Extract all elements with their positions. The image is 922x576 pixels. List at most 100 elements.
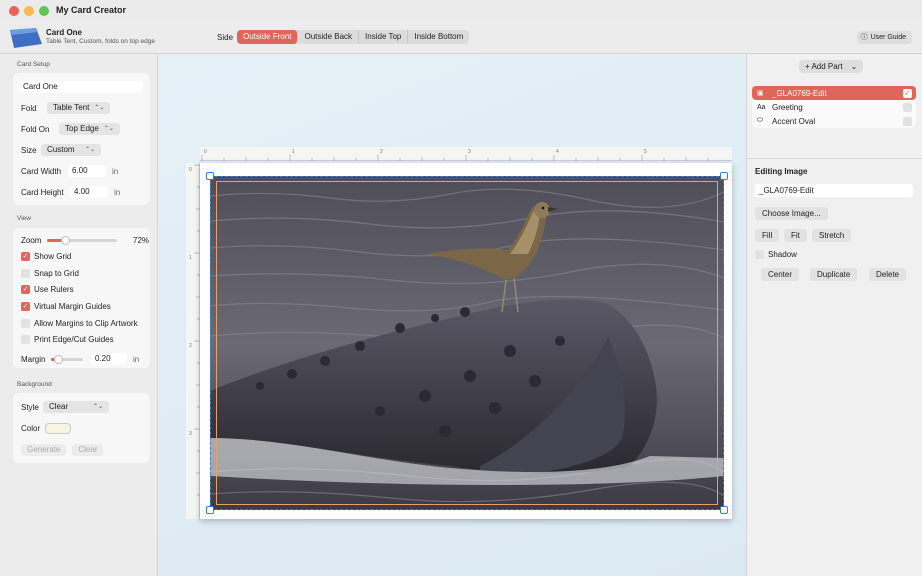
checkmark-icon: ✓	[21, 302, 30, 311]
part-item-accent-oval[interactable]: ⬭ Accent Oval	[752, 114, 916, 128]
card-height-field[interactable]: 4.00	[70, 186, 108, 198]
fold-on-popup[interactable]: Top Edge ⌃⌄	[59, 123, 120, 135]
duplicate-button[interactable]: Duplicate	[810, 268, 858, 281]
part-name: _GLA0769-Edit	[772, 88, 827, 98]
stretch-button[interactable]: Stretch	[812, 229, 852, 242]
zoom-slider[interactable]	[47, 236, 117, 245]
fill-button[interactable]: Fill	[755, 229, 780, 242]
visibility-checkbox[interactable]	[903, 117, 912, 126]
ruler-label: 5	[644, 149, 647, 155]
background-panel: Style Clear ⌃⌄ Color Generate Clear	[13, 393, 150, 463]
resize-handle-bottom-right[interactable]	[720, 506, 728, 514]
delete-button[interactable]: Delete	[869, 268, 907, 281]
ruler-label: 1	[292, 149, 295, 155]
show-grid-checkbox[interactable]: ✓ Show Grid	[21, 252, 71, 261]
ruler-label: 4	[556, 149, 559, 155]
size-value: Custom	[47, 145, 75, 154]
vertical-ruler-ticks	[194, 164, 200, 496]
use-rulers-checkbox[interactable]: ✓ Use Rulers	[21, 285, 74, 294]
background-title: Background	[17, 381, 52, 388]
card-setup-title: Card Setup	[17, 61, 50, 68]
add-part-button[interactable]: + Add Part ⌄	[799, 60, 864, 73]
image-name-field[interactable]: _GLA0769-Edit	[755, 184, 913, 197]
window-title: My Card Creator	[56, 5, 127, 15]
chevron-updown-icon: ⌃⌄	[103, 126, 114, 132]
close-window-button[interactable]	[9, 6, 19, 16]
resize-handle-top-right[interactable]	[720, 172, 728, 180]
view-panel: Zoom 72% ✓ Show Grid Snap to Grid ✓ Use …	[13, 228, 150, 368]
part-item-greeting[interactable]: Aa Greeting	[752, 100, 916, 114]
fold-label: Fold	[21, 103, 37, 113]
margin-field[interactable]: 0.20	[91, 353, 127, 365]
allow-margins-clip-label: Allow Margins to Clip Artwork	[34, 319, 138, 328]
size-popup[interactable]: Custom ⌃⌄	[41, 144, 101, 156]
help-icon: ⓘ	[860, 34, 868, 41]
editing-image-title: Editing Image	[755, 167, 808, 176]
zoom-window-button[interactable]	[39, 6, 49, 16]
user-guide-label: User Guide	[870, 34, 906, 41]
clear-button[interactable]: Clear	[72, 444, 104, 456]
tab-inside-top[interactable]: Inside Top	[359, 30, 409, 44]
tab-outside-front[interactable]: Outside Front	[237, 30, 299, 44]
parts-list: ▣ _GLA0769-Edit ✓ Aa Greeting ⬭ Accent O…	[752, 86, 916, 128]
background-style-popup[interactable]: Clear ⌃⌄	[43, 401, 109, 413]
generate-button[interactable]: Generate	[21, 444, 67, 456]
horizontal-ruler-ticks	[201, 155, 709, 161]
resize-handle-bottom-left[interactable]	[206, 506, 214, 514]
zoom-value: 72%	[133, 236, 150, 245]
snap-to-grid-checkbox[interactable]: Snap to Grid	[21, 269, 79, 278]
checkbox-empty-icon	[21, 269, 30, 278]
background-style-value: Clear	[49, 402, 69, 411]
fold-on-label: Fold On	[21, 124, 50, 134]
ruler-label: 1	[189, 255, 192, 261]
ruler-label: 0	[189, 167, 192, 173]
center-button[interactable]: Center	[761, 268, 800, 281]
margin-label: Margin	[21, 354, 46, 364]
add-part-label: + Add Part	[805, 62, 843, 71]
shadow-checkbox[interactable]: Shadow	[755, 250, 797, 259]
minimize-window-button[interactable]	[24, 6, 34, 16]
resize-handle-top-left[interactable]	[206, 172, 214, 180]
visibility-checkbox[interactable]	[903, 103, 912, 112]
visibility-checkbox[interactable]: ✓	[903, 89, 912, 98]
user-guide-button[interactable]: ⓘ User Guide	[856, 31, 912, 44]
size-label: Size	[21, 145, 37, 155]
horizontal-ruler: 0 1 2 3 4 5	[200, 147, 732, 161]
tab-outside-back[interactable]: Outside Back	[298, 30, 360, 44]
allow-margins-clip-checkbox[interactable]: Allow Margins to Clip Artwork	[21, 319, 138, 328]
fold-popup[interactable]: Table Tent ⌃⌄	[47, 102, 111, 114]
card-width-label: Card Width	[21, 166, 62, 176]
background-color-well[interactable]	[45, 423, 71, 434]
part-item-image[interactable]: ▣ _GLA0769-Edit ✓	[752, 86, 916, 100]
title-bar: My Card Creator	[0, 0, 922, 22]
shadow-label: Shadow	[768, 250, 797, 259]
card-width-field[interactable]: 6.00	[68, 165, 106, 177]
zoom-slider-knob[interactable]	[61, 236, 70, 245]
view-title: View	[17, 215, 31, 222]
card-height-label: Card Height	[21, 187, 64, 197]
part-name: Accent Oval	[772, 116, 816, 126]
show-grid-label: Show Grid	[34, 252, 72, 261]
margin-slider[interactable]	[51, 354, 83, 364]
document-name: Card One	[46, 28, 83, 37]
chevron-down-icon: ⌄	[850, 62, 858, 71]
zoom-label: Zoom	[21, 236, 42, 245]
margin-slider-knob[interactable]	[54, 354, 63, 364]
vertical-ruler: 0 1 2 3	[186, 163, 200, 519]
checkbox-empty-icon	[755, 250, 764, 259]
checkbox-empty-icon	[21, 319, 30, 328]
checkmark-icon: ✓	[21, 285, 30, 294]
card-name-field[interactable]: Card One	[19, 81, 143, 93]
document-subtitle: Table Tent, Custom, folds on top edge	[46, 38, 156, 45]
tab-inside-bottom[interactable]: Inside Bottom	[408, 30, 469, 44]
virtual-margin-guides-checkbox[interactable]: ✓ Virtual Margin Guides	[21, 302, 111, 311]
checkmark-icon: ✓	[21, 252, 30, 261]
checkbox-empty-icon	[21, 335, 30, 344]
print-edge-guides-checkbox[interactable]: Print Edge/Cut Guides	[21, 335, 114, 344]
card-setup-panel: Card One Fold Table Tent ⌃⌄ Fold On Top E…	[13, 73, 150, 205]
chevron-updown-icon: ⌃⌄	[92, 404, 103, 410]
inspector-divider	[747, 158, 922, 159]
choose-image-button[interactable]: Choose Image...	[755, 207, 828, 220]
oval-icon: ⬭	[757, 117, 763, 124]
fit-button[interactable]: Fit	[784, 229, 807, 242]
